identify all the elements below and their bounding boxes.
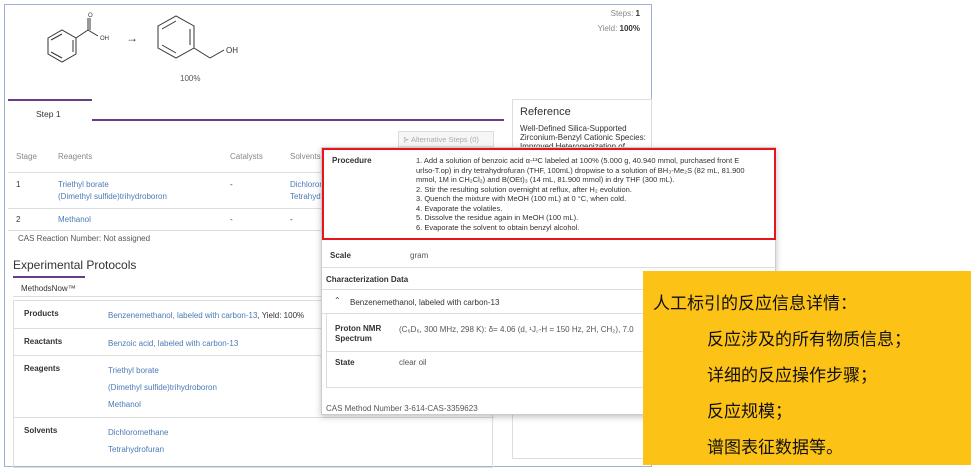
callout-title: 人工标引的反应信息详情： — [653, 294, 857, 314]
callout-line: 详细的反应操作步骤； — [707, 366, 877, 386]
callout-line: 反应规模； — [707, 402, 792, 422]
chevron-up-icon[interactable]: ⌃ — [334, 296, 341, 305]
reagent-link[interactable]: Triethyl borate — [58, 180, 109, 189]
cas-reaction-number: CAS Reaction Number: Not assigned — [18, 234, 151, 243]
header-catalysts: Catalysts — [230, 152, 263, 161]
callout-line: 谱图表征数据等。 — [707, 438, 843, 458]
solvent-link[interactable]: Tetrahyd — [290, 192, 321, 201]
reagent-link[interactable]: (Dimethyl sulfide)trihydroboron — [58, 192, 167, 201]
scale-row: Scale gram — [322, 244, 776, 268]
reference-title: Reference — [520, 106, 571, 118]
product-oh-label: OH — [226, 46, 238, 55]
alternative-steps-button[interactable]: ⊱ Alternative Steps (0) — [398, 131, 494, 147]
callout-line: 反应涉及的所有物质信息； — [707, 330, 911, 350]
reagent-link[interactable]: Methanol — [58, 215, 91, 224]
procedure-label: Procedure — [332, 156, 372, 165]
benzoic-acid-structure — [47, 18, 99, 63]
steps-summary: Steps: 1 Yield: 100% — [597, 9, 640, 33]
solvent-link[interactable]: Dichloror — [290, 180, 322, 189]
reagent-link[interactable]: Methanol — [108, 396, 217, 413]
svg-text:O: O — [88, 13, 93, 19]
reactant-oh-label: OH — [100, 36, 109, 42]
annotation-callout: 人工标引的反应信息详情： 反应涉及的所有物质信息； 详细的反应操作步骤； 反应规… — [643, 271, 971, 465]
cas-method-number: CAS Method Number 3-614-CAS-3359623 — [326, 404, 478, 413]
step-tabbar: Step 1 — [8, 99, 504, 121]
procedure-steps: 1. Add a solution of benzoic acid α-¹³C … — [416, 156, 745, 232]
protocol-row-solvents: Solvents Dichloromethane Tetrahydrofuran — [14, 418, 494, 468]
reaction-arrow: → — [126, 31, 138, 45]
header-reagents: Reagents — [58, 152, 93, 161]
table-row: 1 Triethyl borate (Dimethyl sulfide)trih… — [8, 172, 326, 208]
solvent-link[interactable]: Tetrahydrofuran — [108, 441, 168, 458]
header-stage: Stage — [16, 152, 37, 161]
product-yield: 100% — [180, 74, 201, 83]
procedure-highlight: Procedure 1. Add a solution of benzoic a… — [322, 148, 776, 240]
tab-step-1[interactable]: Step 1 — [8, 99, 92, 121]
header-solvents: Solvents — [290, 152, 321, 161]
reaction-scheme: O OH → OH — [47, 13, 238, 63]
experimental-protocols-title: Experimental Protocols — [13, 258, 137, 272]
reagent-link[interactable]: Triethyl borate — [108, 362, 217, 379]
table-row: 2 Methanol - - — [8, 208, 326, 230]
product-link[interactable]: Benzenemethanol, labeled with carbon-13 — [108, 311, 257, 320]
reagent-link[interactable]: (Dimethyl sulfide)trihydroboron — [108, 379, 217, 396]
compound-name: Benzenemethanol, labeled with carbon-13 — [350, 298, 500, 307]
benzyl-alcohol-structure — [157, 15, 225, 59]
tab-methodsnow[interactable]: MethodsNow™ — [13, 276, 85, 296]
reactant-link[interactable]: Benzoic acid, labeled with carbon-13 — [108, 335, 238, 352]
solvent-link[interactable]: Dichloromethane — [108, 424, 168, 441]
